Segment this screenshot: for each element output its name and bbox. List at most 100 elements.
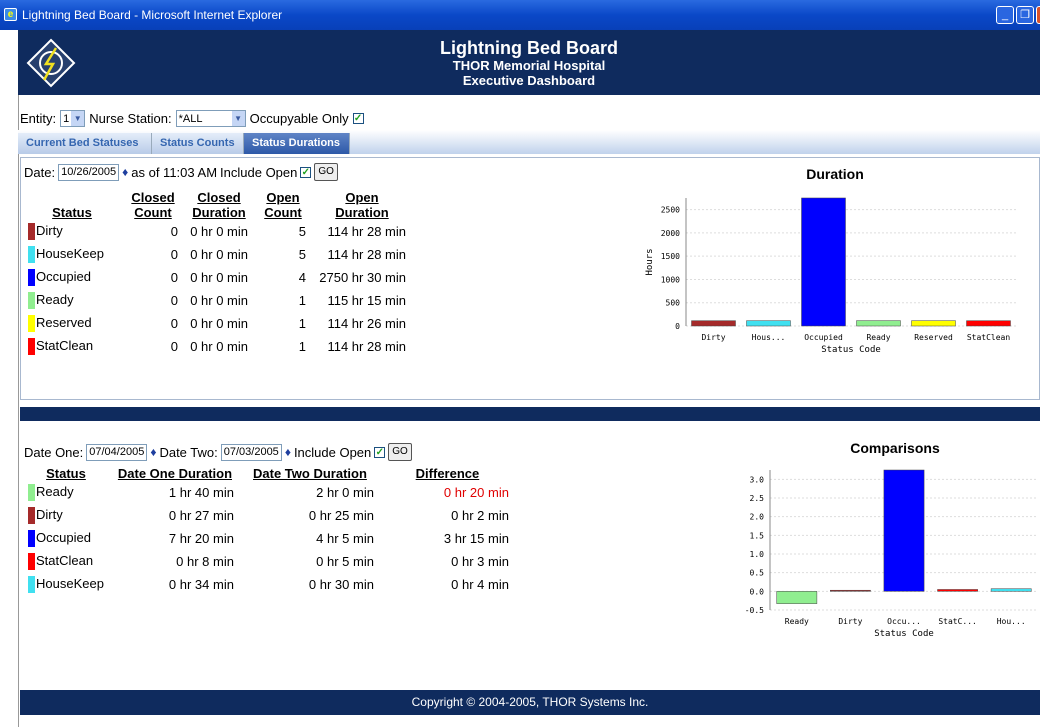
- x-tick-label: Reserved: [914, 333, 953, 342]
- status-name: Ready: [36, 291, 74, 307]
- y-tick-label: 2.5: [750, 494, 765, 503]
- y-tick-label: 2500: [661, 206, 680, 215]
- ie-icon: e: [4, 8, 17, 21]
- date-two-label: Date Two:: [159, 444, 218, 460]
- go-button[interactable]: GO: [314, 163, 338, 181]
- bar: [911, 320, 956, 327]
- bar: [883, 469, 925, 592]
- x-tick-label: Hou...: [997, 617, 1026, 626]
- include-open-checkbox[interactable]: ✓: [374, 446, 386, 458]
- status-name: Occupied: [36, 268, 91, 284]
- status-name: HouseKeep: [36, 245, 104, 261]
- y-tick-label: 1.0: [750, 550, 765, 559]
- bar: [691, 320, 736, 327]
- dashboard-name: Executive Dashboard: [462, 73, 596, 88]
- closed-duration-cell: 0 hr 0 min: [190, 339, 248, 354]
- difference-cell: 0 hr 2 min: [451, 508, 509, 523]
- table-row: Ready 1 hr 40 min 2 hr 0 min 0 hr 20 min: [22, 481, 515, 504]
- include-open-checkbox[interactable]: ✓: [300, 166, 312, 178]
- date-two-cell: 0 hr 25 min: [308, 508, 374, 523]
- col-closed-duration: Closed Duration: [192, 190, 246, 220]
- section-divider: [20, 407, 1040, 421]
- go-button[interactable]: GO: [388, 443, 412, 461]
- date-one-label: Date One:: [24, 444, 84, 460]
- comparison-controls: Date One: 07/04/2005 ♦ Date Two: 07/03/2…: [24, 443, 412, 461]
- table-row: Occupied 7 hr 20 min 4 hr 5 min 3 hr 15 min: [22, 527, 515, 550]
- closed-count-cell: 0: [170, 339, 178, 354]
- bar: [856, 320, 901, 327]
- col-status: Status: [52, 205, 92, 220]
- x-axis-label: Status Code: [874, 629, 934, 639]
- status-name: StatClean: [36, 337, 94, 353]
- y-tick-label: 2.0: [750, 513, 765, 522]
- y-tick-label: 0.0: [750, 587, 765, 596]
- y-tick-label: 3.0: [750, 475, 765, 484]
- open-count-cell: 5: [298, 224, 306, 239]
- calendar-icon[interactable]: ♦: [122, 165, 128, 179]
- bar: [990, 588, 1032, 592]
- tab-status-counts[interactable]: Status Counts: [152, 133, 244, 154]
- status-color-swatch: [28, 246, 35, 264]
- x-tick-label: Dirty: [701, 333, 725, 342]
- col-closed-count: Closed Count: [131, 190, 175, 220]
- status-color-swatch: [28, 292, 35, 310]
- closed-count-cell: 0: [170, 316, 178, 331]
- y-tick-label: 2000: [661, 229, 680, 238]
- window-titlebar: e Lightning Bed Board - Microsoft Intern…: [0, 0, 1040, 30]
- bar: [966, 320, 1011, 327]
- date-one-cell: 0 hr 27 min: [168, 508, 234, 523]
- duration-chart: 0 500 1000 1500 2000 2500 Dirty Hous... Occupied…: [645, 197, 1016, 355]
- maximize-icon[interactable]: ❐: [1016, 6, 1034, 24]
- status-cell: Reserved: [22, 312, 122, 335]
- open-duration-cell: 2750 hr 30 min: [319, 270, 406, 285]
- status-name: Occupied: [36, 529, 91, 545]
- calendar-icon[interactable]: ♦: [285, 445, 291, 459]
- bar: [746, 320, 791, 327]
- status-name: Dirty: [36, 222, 63, 238]
- x-tick-label: Occupied: [804, 333, 843, 342]
- open-count-cell: 1: [298, 316, 306, 331]
- tab-current-bed-statuses[interactable]: Current Bed Statuses: [18, 133, 152, 154]
- entity-value: 1: [63, 112, 70, 125]
- status-color-swatch: [28, 484, 35, 502]
- close-icon[interactable]: ×: [1036, 6, 1040, 24]
- status-color-swatch: [28, 223, 35, 241]
- durations-controls: Date: 10/26/2005 ♦ as of 11:03 AM Includ…: [24, 163, 338, 181]
- date-two-input[interactable]: 07/03/2005: [220, 443, 282, 461]
- app-title: Lightning Bed Board: [440, 38, 618, 58]
- left-border: [18, 95, 19, 727]
- difference-cell: 0 hr 20 min: [443, 485, 509, 500]
- col-difference: Difference: [415, 466, 480, 481]
- date-one-cell: 1 hr 40 min: [168, 485, 234, 500]
- comparison-table: Status Date One Duration Date Two Durati…: [22, 466, 515, 596]
- include-open-label: Include Open: [220, 164, 298, 180]
- x-tick-label: Dirty: [838, 617, 862, 626]
- minimize-icon[interactable]: _: [996, 6, 1014, 24]
- difference-cell: 0 hr 3 min: [451, 554, 509, 569]
- y-tick-label: 1500: [661, 252, 680, 261]
- y-tick-label: -0.5: [745, 606, 764, 615]
- status-cell: HouseKeep: [22, 573, 110, 596]
- calendar-icon[interactable]: ♦: [150, 445, 156, 459]
- open-duration-cell: 114 hr 28 min: [327, 247, 406, 262]
- nurse-station-select[interactable]: *ALL ▼: [175, 110, 246, 127]
- nurse-station-label: Nurse Station:: [89, 111, 172, 126]
- entity-select[interactable]: 1 ▼: [60, 110, 86, 127]
- duration-chart-title: Duration: [806, 166, 864, 182]
- chevron-down-icon[interactable]: ▼: [71, 111, 85, 126]
- window-title: Lightning Bed Board - Microsoft Internet…: [22, 8, 283, 22]
- open-duration-cell: 114 hr 28 min: [327, 339, 406, 354]
- col-date-one-duration: Date One Duration: [117, 466, 233, 481]
- status-name: StatClean: [36, 552, 94, 568]
- occupyable-checkbox[interactable]: ✓: [352, 113, 364, 124]
- comparisons-chart: -0.5 0.0 0.5 1.0 1.5 2.0 2.5 3.0 Ready Dirty Occu.…: [745, 469, 1038, 639]
- date-one-input[interactable]: 07/04/2005: [86, 443, 148, 461]
- chevron-down-icon[interactable]: ▼: [231, 111, 245, 126]
- tab-status-durations[interactable]: Status Durations: [244, 133, 350, 154]
- x-tick-label: Ready: [785, 617, 809, 626]
- date-input[interactable]: 10/26/2005: [58, 163, 120, 181]
- date-two-cell: 2 hr 0 min: [316, 485, 374, 500]
- footer: Copyright © 2004-2005, THOR Systems Inc.: [20, 690, 1040, 715]
- table-row: HouseKeep 0 hr 34 min 0 hr 30 min 0 hr 4 mi…: [22, 573, 515, 596]
- tab-bar: Current Bed Statuses Status Counts Statu…: [18, 130, 1040, 154]
